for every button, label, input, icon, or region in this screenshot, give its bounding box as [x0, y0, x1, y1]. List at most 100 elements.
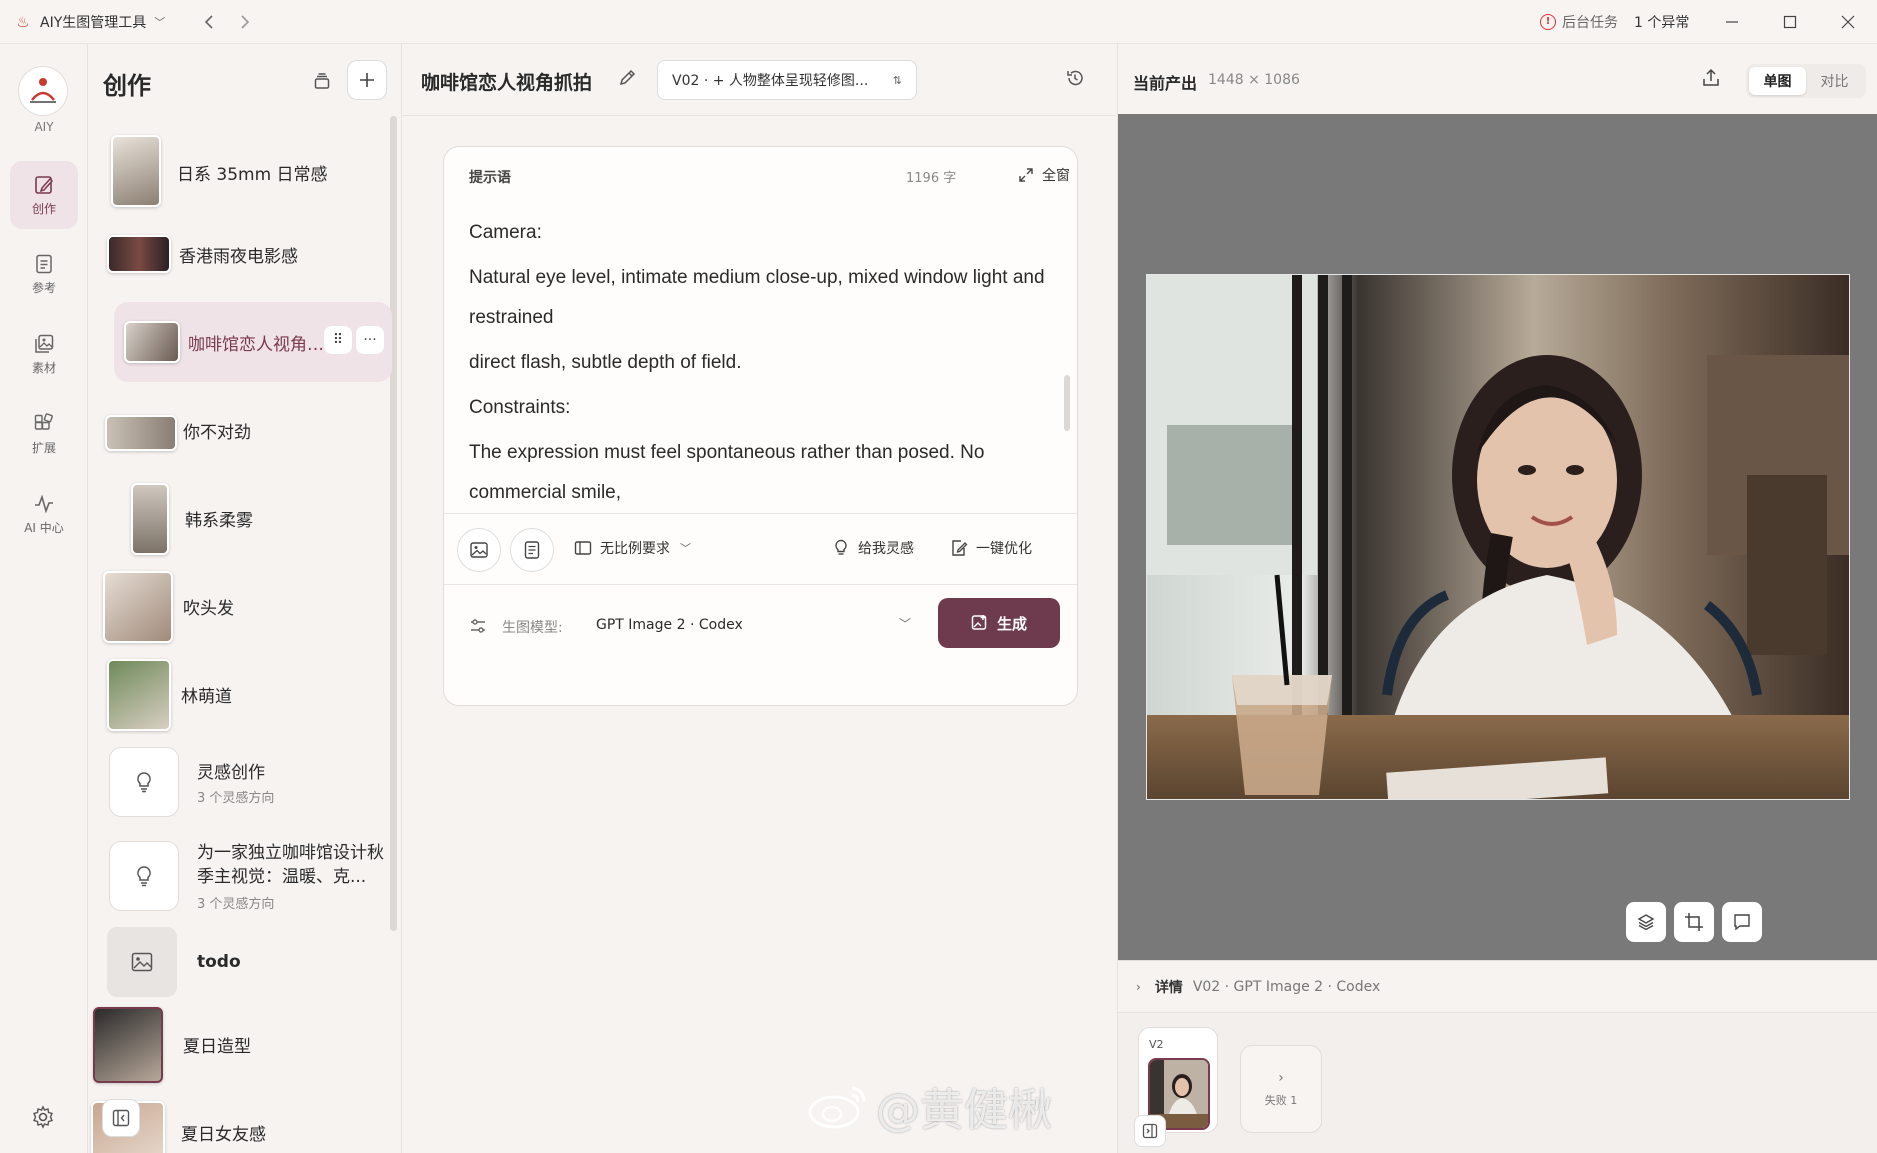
item-thumbnail [117, 481, 191, 555]
inspire-button[interactable]: 给我灵感 [832, 538, 914, 558]
close-icon [1841, 15, 1855, 29]
layers-icon [1637, 914, 1655, 931]
list-item[interactable]: todo [89, 922, 389, 1002]
back-button[interactable] [195, 8, 223, 36]
details-label: 详情 [1154, 979, 1183, 996]
icon-rail: AIY 创作 参考 素材 扩展 AI 中心 [0, 44, 88, 1153]
preview-canvas [1118, 114, 1877, 960]
prompt-paragraph: Constraints: [469, 397, 571, 418]
item-name: 灵感创作 [197, 763, 265, 783]
toggle-compare-view[interactable]: 对比 [1806, 67, 1863, 95]
list-item[interactable]: 韩系柔雾 [89, 478, 389, 558]
toggle-panel-button[interactable] [1134, 1115, 1166, 1147]
expand-icon [1019, 168, 1033, 182]
chevron-up-down-icon: ⇅ [892, 73, 902, 87]
rail-item-label: 扩展 [31, 440, 56, 455]
fullscreen-label: 全窗 [1042, 168, 1070, 184]
more-options-button[interactable]: ··· [356, 326, 384, 354]
add-reference-button[interactable] [510, 528, 554, 572]
watermark: @黄健楸 [806, 1074, 1052, 1138]
add-creation-button[interactable] [347, 60, 387, 100]
list-item[interactable]: 你不对劲 [89, 390, 389, 470]
export-button[interactable] [1701, 68, 1723, 90]
panel-title: 创作 [103, 72, 151, 100]
add-image-button[interactable] [457, 528, 501, 572]
aspect-ratio-select[interactable]: 无比例要求 ﹀ [574, 538, 691, 558]
panel-icon [1142, 1123, 1158, 1139]
history-button[interactable] [1065, 68, 1087, 90]
failed-versions-card[interactable]: › 失败 1 [1240, 1045, 1322, 1133]
inspire-label: 给我灵感 [858, 541, 914, 557]
fullscreen-button[interactable]: 全窗 [1018, 165, 1070, 185]
prompt-paragraph: The expression must feel spontaneous rat… [469, 442, 985, 503]
list-item[interactable]: 林萌道 [89, 654, 389, 734]
preview-header: 当前产出 1448 × 1086 单图 对比 [1118, 44, 1877, 114]
list-item[interactable]: 日系 35mm 日常感 [89, 132, 389, 212]
generated-image[interactable] [1146, 274, 1850, 800]
rail-item-reference[interactable]: 参考 [10, 240, 78, 308]
rail-item-label: AI 中心 [24, 520, 64, 535]
crop-button[interactable] [1674, 902, 1714, 942]
rail-item-extensions[interactable]: 扩展 [10, 400, 78, 468]
chevron-down-icon[interactable]: ﹀ [899, 615, 911, 632]
list-item[interactable]: 夏日造型 [89, 1004, 389, 1084]
forward-button[interactable] [231, 8, 259, 36]
list-scrollbar[interactable] [390, 116, 397, 931]
rail-item-ai-center[interactable]: AI 中心 [10, 480, 78, 548]
background-task-status[interactable]: ! 后台任务 1 个异常 [1540, 12, 1689, 32]
version-select[interactable]: V02 · + 人物整体呈现轻修图... ⇅ [657, 60, 917, 100]
collapse-sidebar-button[interactable] [102, 1099, 140, 1137]
prompt-paragraph: direct flash, subtle depth of field. [469, 352, 742, 373]
chevron-down-icon[interactable]: ﹀ [154, 14, 165, 30]
item-thumbnail [122, 305, 196, 379]
chevron-down-icon: ﹀ [680, 542, 691, 555]
item-name: 香港雨夜电影感 [179, 246, 298, 267]
image-dimensions: 1448 × 1086 [1208, 72, 1300, 88]
char-count: 1196 字 [906, 171, 957, 186]
optimize-button[interactable]: 一键优化 [950, 538, 1032, 558]
rail-item-label: 创作 [31, 201, 56, 216]
list-item[interactable]: 吹头发 [89, 566, 389, 646]
comment-button[interactable] [1722, 902, 1762, 942]
rail-item-create[interactable]: 创作 [10, 161, 78, 229]
maximize-icon [1783, 15, 1797, 29]
generate-label: 生成 [996, 614, 1027, 633]
app-logo-icon: ♨ [16, 12, 30, 31]
item-name: todo [197, 952, 241, 972]
chevron-right-icon [241, 14, 250, 29]
editor-panel: 咖啡馆恋人视角抓拍 V02 · + 人物整体呈现轻修图... ⇅ 提示语 119… [403, 44, 1116, 1153]
edit-document-icon [952, 540, 968, 556]
list-item-active[interactable]: 咖啡馆恋人视角抓拍 ⠿ ··· [114, 302, 392, 382]
rail-item-materials[interactable]: 素材 [10, 320, 78, 388]
item-thumbnail [105, 393, 179, 467]
task-count: 1 个异常 [1634, 15, 1690, 31]
item-name: 夏日女友感 [181, 1124, 266, 1145]
prompt-textarea[interactable]: Camera: Natural eye level, intimate medi… [469, 213, 1049, 503]
avatar[interactable] [18, 66, 68, 116]
list-item[interactable]: 为一家独立咖啡馆设计秋季主视觉：温暖、克... 3 个灵感方向 [89, 828, 389, 924]
prompt-paragraph: Natural eye level, intimate medium close… [469, 267, 1045, 328]
list-item[interactable]: 灵感创作 3 个灵感方向 [89, 742, 389, 822]
details-toggle[interactable]: › 详情 V02 · GPT Image 2 · Codex [1118, 960, 1877, 1012]
model-row: 生图模型: GPT Image 2 · Codex ﹀ 生成 [444, 585, 1077, 665]
item-name: 林萌道 [181, 686, 232, 707]
settings-button[interactable] [30, 1104, 56, 1130]
toggle-single-view[interactable]: 单图 [1749, 67, 1806, 95]
document-icon [36, 254, 52, 273]
prompt-scrollbar[interactable] [1064, 375, 1070, 431]
archive-button[interactable] [307, 66, 337, 96]
close-window-button[interactable] [1828, 8, 1868, 36]
list-item[interactable]: 香港雨夜电影感 [89, 214, 389, 294]
chevron-right-icon: › [1136, 979, 1141, 994]
generate-button[interactable]: 生成 [938, 598, 1060, 648]
view-mode-toggle: 单图 对比 [1746, 64, 1866, 98]
puzzle-icon [34, 412, 53, 430]
model-select[interactable]: GPT Image 2 · Codex [596, 617, 743, 633]
rename-button[interactable] [617, 68, 639, 90]
drag-handle-icon[interactable]: ⠿ [324, 326, 352, 354]
details-meta: V02 · GPT Image 2 · Codex [1192, 978, 1381, 995]
layers-button[interactable] [1626, 902, 1666, 942]
minimize-button[interactable] [1712, 8, 1752, 36]
maximize-button[interactable] [1770, 8, 1810, 36]
app-title[interactable]: AIY生图管理工具 [40, 12, 146, 32]
